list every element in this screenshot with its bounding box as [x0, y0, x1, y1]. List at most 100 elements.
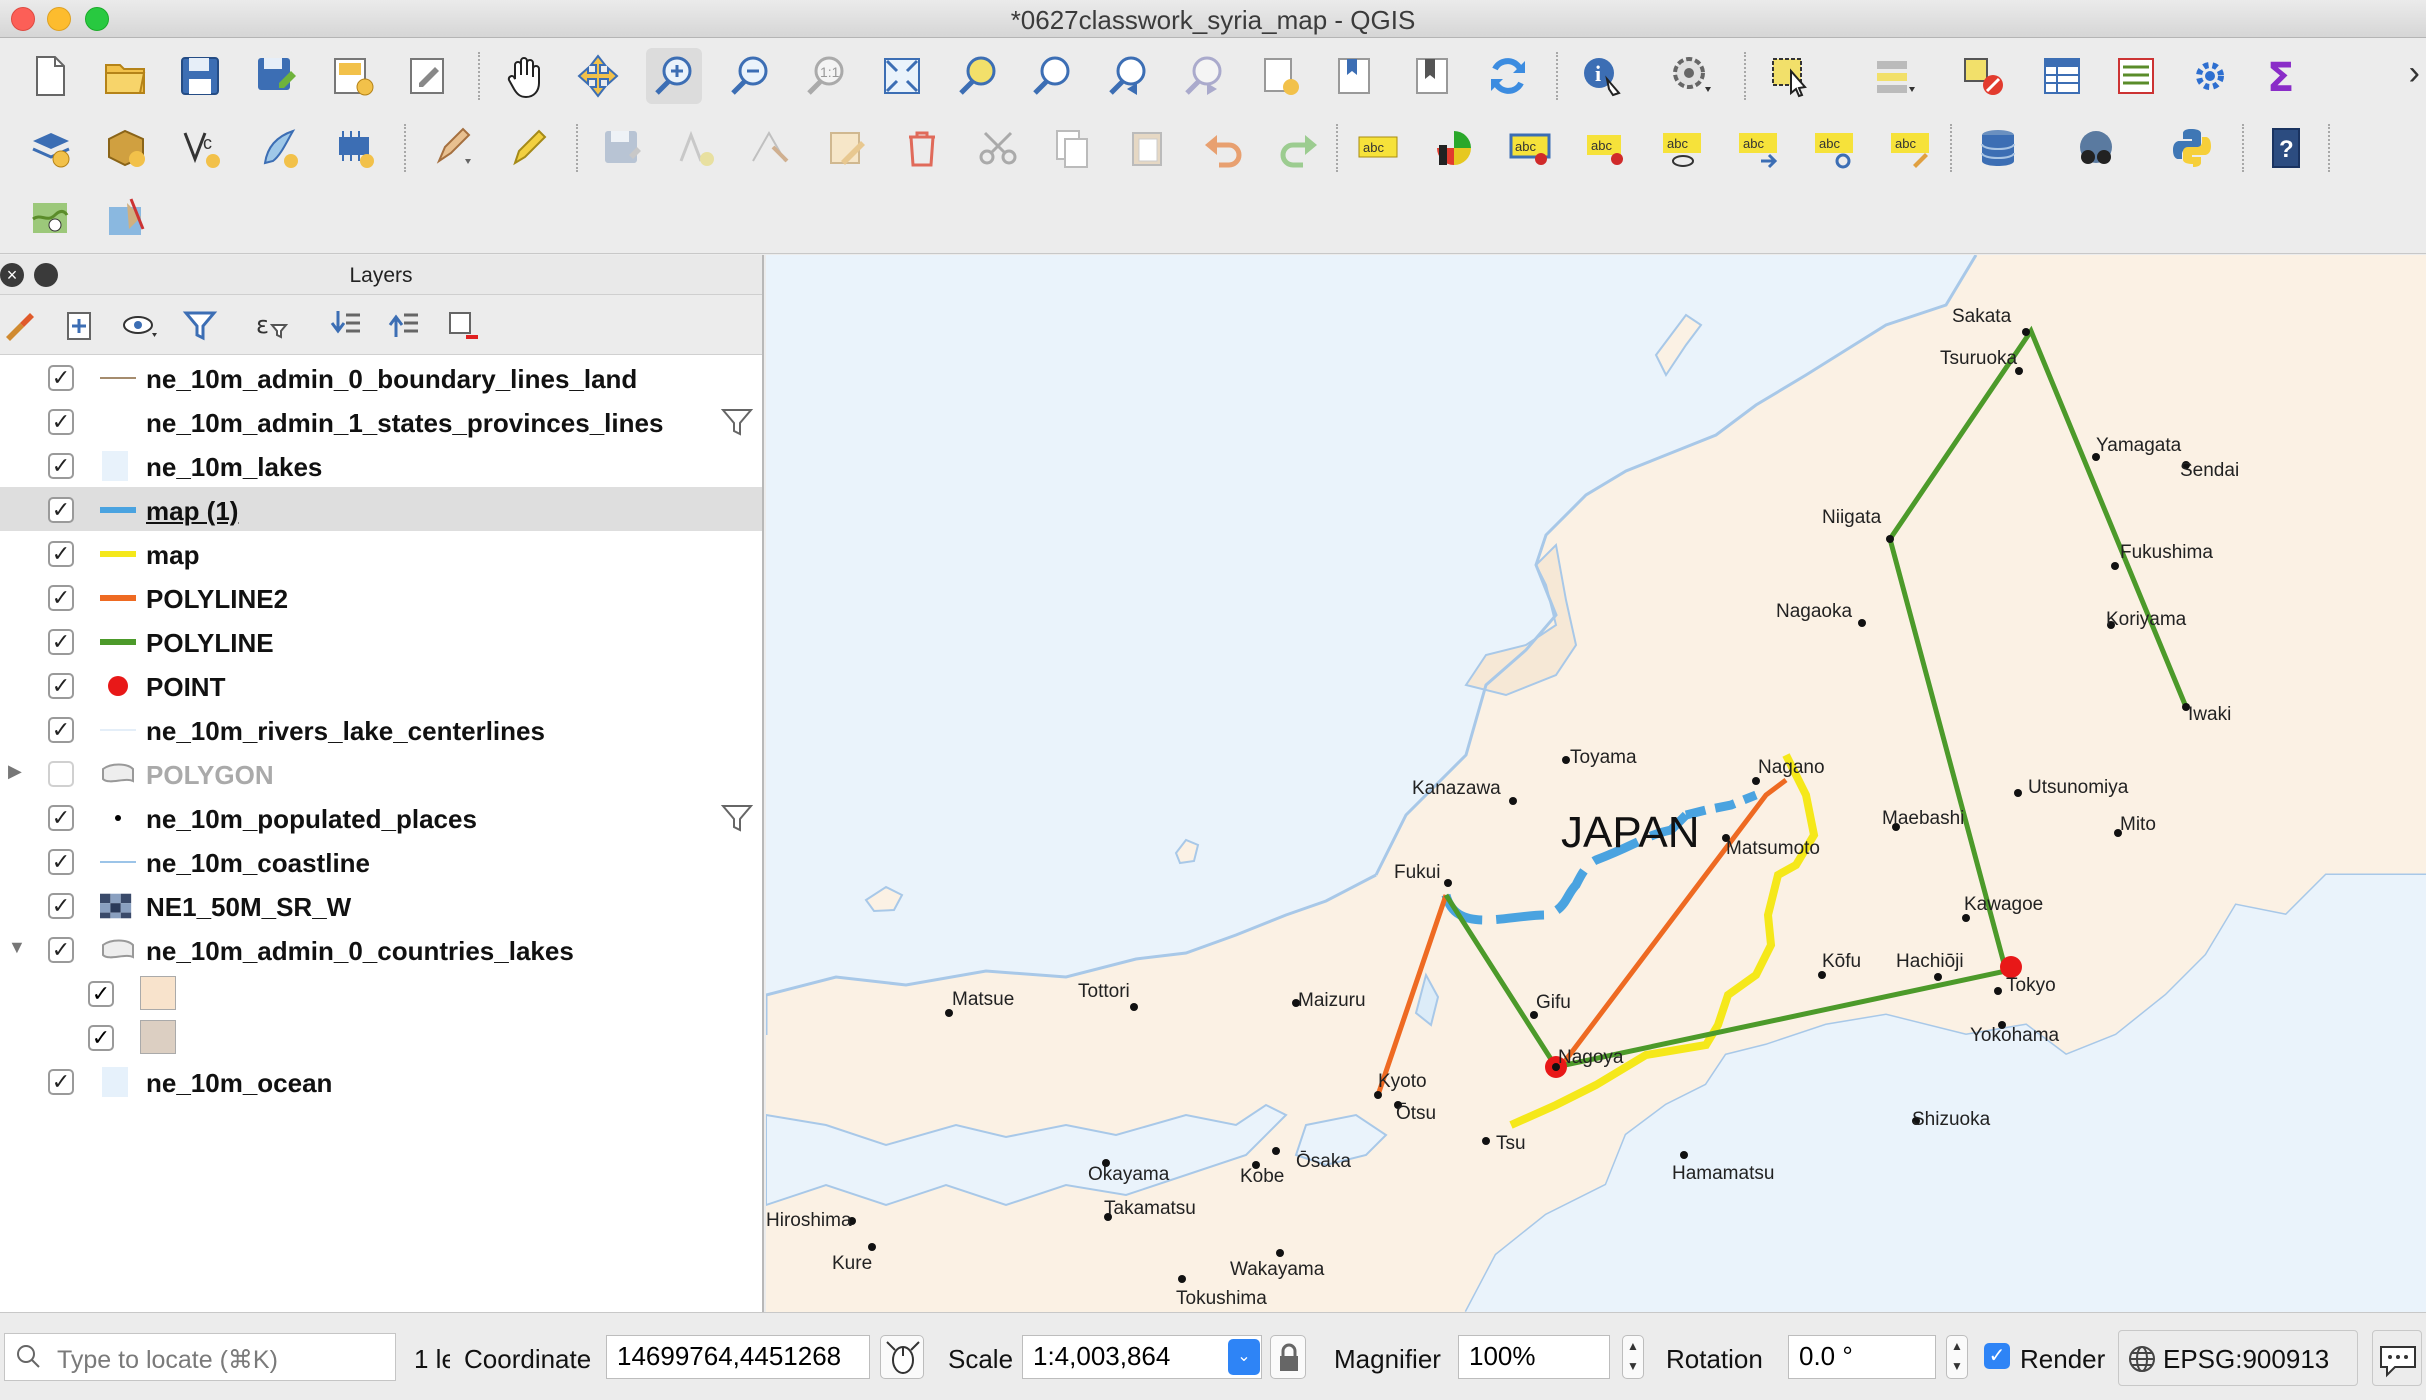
- filter-icon[interactable]: [720, 405, 754, 439]
- layer-visibility-checkbox[interactable]: ✓: [48, 497, 74, 523]
- data-source-manager-icon[interactable]: [22, 120, 78, 176]
- add-group-icon[interactable]: [60, 305, 100, 345]
- layer-row[interactable]: ✓ ne_10m_populated_places: [0, 795, 762, 839]
- zoom-actual-icon[interactable]: 1:1: [798, 48, 854, 104]
- deselect-icon[interactable]: [1956, 48, 2012, 104]
- zoom-selection-icon[interactable]: [950, 48, 1006, 104]
- save-edits-icon[interactable]: [594, 120, 650, 176]
- map-svg[interactable]: JAPAN Sakata Tsuruoka Yamagata Sendai Ni…: [766, 255, 2426, 1312]
- layer-visibility-checkbox[interactable]: ✓: [48, 761, 74, 787]
- new-virtual-layer-icon[interactable]: [326, 120, 382, 176]
- layer-row[interactable]: ✓ ne_10m_coastline: [0, 839, 762, 883]
- move-label-icon[interactable]: abc: [1730, 120, 1786, 176]
- layer-visibility-checkbox[interactable]: ✓: [48, 409, 74, 435]
- layer-visibility-checkbox[interactable]: ✓: [48, 673, 74, 699]
- scale-dropdown-chevron-icon[interactable]: ⌄: [1228, 1339, 1260, 1375]
- delete-selected-icon[interactable]: [894, 120, 950, 176]
- paste-features-icon[interactable]: [1120, 120, 1176, 176]
- legend-class-row[interactable]: ✓: [0, 1015, 762, 1059]
- python-console-icon[interactable]: [2164, 120, 2220, 176]
- run-feature-action-icon[interactable]: [1664, 48, 1720, 104]
- new-shapefile-icon[interactable]: c: [174, 120, 230, 176]
- toolbar-overflow-chevron-icon[interactable]: ›: [2409, 54, 2420, 93]
- magnifier-spinner[interactable]: ▲ ▼: [1622, 1335, 1644, 1379]
- map-canvas[interactable]: JAPAN Sakata Tsuruoka Yamagata Sendai Ni…: [766, 255, 2426, 1312]
- locator-search-input[interactable]: Type to locate (⌘K): [4, 1333, 396, 1381]
- collapse-arrow-icon[interactable]: ▼: [8, 937, 26, 958]
- processing-toolbox-icon[interactable]: [2182, 48, 2238, 104]
- redo-icon[interactable]: [1270, 120, 1326, 176]
- legend-class-row[interactable]: ✓: [0, 971, 762, 1015]
- toggle-editing-icon[interactable]: [500, 120, 556, 176]
- change-label-icon[interactable]: abc: [1882, 120, 1938, 176]
- layer-visibility-checkbox[interactable]: ✓: [48, 805, 74, 831]
- new-project-icon[interactable]: [22, 48, 78, 104]
- collapse-all-icon[interactable]: [384, 305, 424, 345]
- layer-visibility-checkbox[interactable]: ✓: [48, 585, 74, 611]
- zoom-next-icon[interactable]: [1176, 48, 1232, 104]
- crs-button[interactable]: EPSG:900913: [2118, 1330, 2358, 1386]
- field-calculator-icon[interactable]: [2108, 48, 2164, 104]
- class-visibility-checkbox[interactable]: ✓: [88, 1025, 114, 1051]
- add-feature-icon[interactable]: [668, 120, 724, 176]
- layout-manager-icon[interactable]: [400, 48, 456, 104]
- style-manager-icon[interactable]: [0, 305, 40, 345]
- modify-attributes-icon[interactable]: [818, 120, 874, 176]
- layer-row[interactable]: ▶ ✓ POLYGON: [0, 751, 762, 795]
- layer-visibility-checkbox[interactable]: ✓: [48, 717, 74, 743]
- plugin-builder-icon[interactable]: [98, 190, 154, 246]
- layer-row[interactable]: ✓ POLYLINE2: [0, 575, 762, 619]
- zoom-full-icon[interactable]: [874, 48, 930, 104]
- layer-visibility-checkbox[interactable]: ✓: [48, 365, 74, 391]
- new-print-layout-icon[interactable]: [324, 48, 380, 104]
- zoom-last-icon[interactable]: [1100, 48, 1156, 104]
- layer-visibility-checkbox[interactable]: ✓: [48, 849, 74, 875]
- expand-arrow-icon[interactable]: ▶: [8, 761, 22, 782]
- filter-legend-icon[interactable]: [180, 305, 220, 345]
- show-bookmarks-icon[interactable]: [1326, 48, 1382, 104]
- magnifier-field[interactable]: 100%: [1458, 1335, 1610, 1379]
- layer-visibility-checkbox[interactable]: ✓: [48, 1069, 74, 1095]
- attribute-table-icon[interactable]: [2034, 48, 2090, 104]
- filter-icon[interactable]: [720, 801, 754, 835]
- layer-row[interactable]: ✓ ne_10m_rivers_lake_centerlines: [0, 707, 762, 751]
- rotation-spinner[interactable]: ▲ ▼: [1946, 1335, 1968, 1379]
- highlight-pinned-icon[interactable]: abc: [1578, 120, 1634, 176]
- cut-features-icon[interactable]: [970, 120, 1026, 176]
- layer-row[interactable]: ✓ ne_10m_lakes: [0, 443, 762, 487]
- refresh-icon[interactable]: [1480, 48, 1536, 104]
- db-manager-icon[interactable]: [1970, 120, 2026, 176]
- georeferencer-icon[interactable]: [22, 190, 78, 246]
- rotate-label-icon[interactable]: abc: [1806, 120, 1862, 176]
- layer-row[interactable]: ✓ POLYLINE: [0, 619, 762, 663]
- layer-row[interactable]: ✓ ne_10m_admin_0_boundary_lines_land: [0, 355, 762, 399]
- layer-row[interactable]: ✓ NE1_50M_SR_W: [0, 883, 762, 927]
- zoom-in-icon[interactable]: [646, 48, 702, 104]
- identify-icon[interactable]: i: [1574, 48, 1630, 104]
- layer-row[interactable]: ✓ ne_10m_ocean: [0, 1059, 762, 1103]
- zoom-out-icon[interactable]: [722, 48, 778, 104]
- map-tips-icon[interactable]: [1404, 48, 1460, 104]
- pin-labels-icon[interactable]: abc: [1502, 120, 1558, 176]
- undo-icon[interactable]: [1196, 120, 1252, 176]
- help-icon[interactable]: ?: [2258, 120, 2314, 176]
- new-spatialite-icon[interactable]: [250, 120, 306, 176]
- layer-row[interactable]: ▼ ✓ ne_10m_admin_0_countries_lakes: [0, 927, 762, 971]
- class-visibility-checkbox[interactable]: ✓: [88, 981, 114, 1007]
- new-geopackage-icon[interactable]: [98, 120, 154, 176]
- save-as-icon[interactable]: [248, 48, 304, 104]
- filter-by-expression-icon[interactable]: ε: [252, 305, 292, 345]
- current-edits-icon[interactable]: [424, 120, 480, 176]
- layer-row-selected[interactable]: ✓ map (1): [0, 487, 762, 531]
- label-icon[interactable]: abc: [1350, 120, 1406, 176]
- layer-visibility-checkbox[interactable]: ✓: [48, 453, 74, 479]
- zoom-layer-icon[interactable]: [1024, 48, 1080, 104]
- layer-row[interactable]: ✓ POINT: [0, 663, 762, 707]
- scale-lock-button[interactable]: [1270, 1335, 1306, 1379]
- layer-visibility-checkbox[interactable]: ✓: [48, 541, 74, 567]
- select-features-icon[interactable]: [1764, 48, 1820, 104]
- layer-row[interactable]: ✓ map: [0, 531, 762, 575]
- layer-visibility-checkbox[interactable]: ✓: [48, 937, 74, 963]
- layer-visibility-checkbox[interactable]: ✓: [48, 893, 74, 919]
- layer-row[interactable]: ✓ ne_10m_admin_1_states_provinces_lines: [0, 399, 762, 443]
